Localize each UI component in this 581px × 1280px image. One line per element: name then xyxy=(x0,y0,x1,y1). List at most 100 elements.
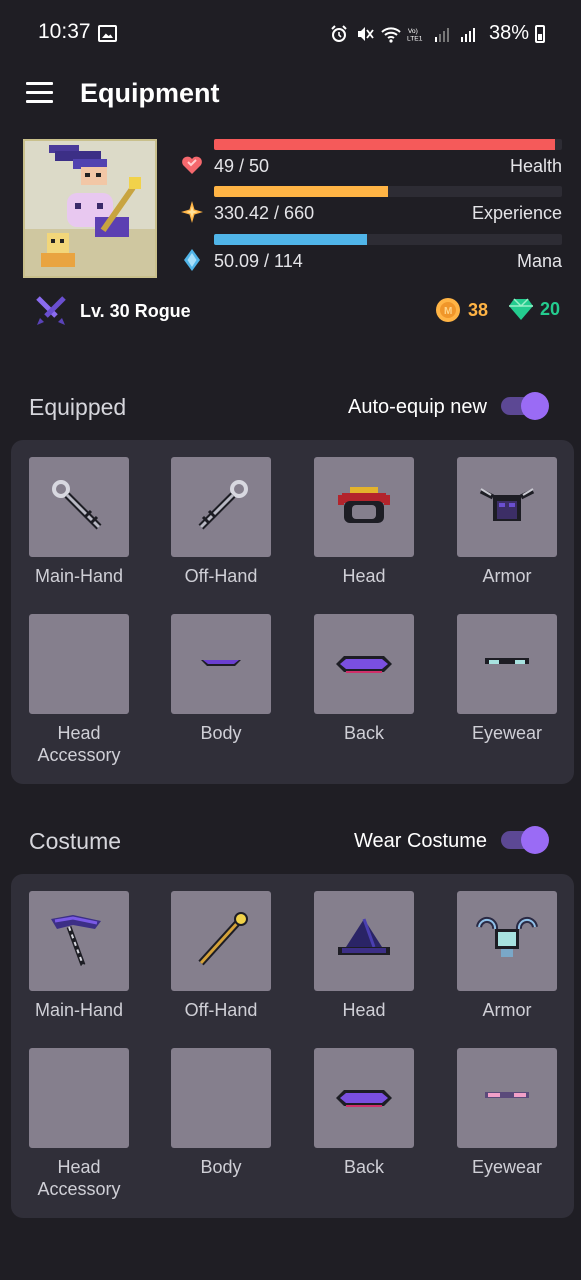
purple-cape-icon xyxy=(336,656,392,673)
gallery-notification-icon xyxy=(98,25,117,42)
costume-title: Costume xyxy=(29,828,122,854)
equipped-slot-off-hand[interactable]: Off-Hand xyxy=(161,457,281,587)
equipped-slot-eyewear[interactable]: Eyewear xyxy=(447,614,567,744)
costume-slot-armor[interactable]: Armor xyxy=(447,891,567,1021)
wear-costume-label: Wear Costume xyxy=(353,830,487,852)
experience-bar xyxy=(214,186,562,197)
slot-box[interactable] xyxy=(29,891,129,991)
wear-costume-toggle[interactable] xyxy=(501,826,549,854)
auto-equip-toggle[interactable] xyxy=(501,392,549,420)
equipped-slot-body[interactable]: Body xyxy=(161,614,281,744)
status-time: 10:37 xyxy=(38,20,91,43)
auto-equip-label: Auto-equip new xyxy=(348,396,487,418)
signal-icon xyxy=(434,27,449,42)
page-title: Equipment xyxy=(80,78,220,108)
eye-mask-icon xyxy=(485,658,529,664)
avatar[interactable] xyxy=(23,139,157,278)
slot-box[interactable] xyxy=(314,1048,414,1148)
slot-box[interactable] xyxy=(457,891,557,991)
slot-box[interactable] xyxy=(457,457,557,557)
costume-slot-head-accessory[interactable]: Head Accessory xyxy=(19,1048,139,1200)
mana-crystal-icon xyxy=(184,249,200,271)
gold-coin-icon: M xyxy=(436,298,460,322)
health-value: 49 / 50 xyxy=(214,156,270,176)
star-icon xyxy=(181,201,203,223)
gem-balance[interactable]: 20 xyxy=(508,297,560,321)
slot-label: Main-Hand xyxy=(34,566,124,586)
key-weapon-icon xyxy=(52,480,102,530)
gold-amount: 38 xyxy=(468,299,489,320)
slot-box[interactable] xyxy=(171,457,271,557)
costume-panel: Main-Hand Off-Hand Head Armor Head Acces… xyxy=(11,874,574,1218)
slot-label: Head xyxy=(342,566,386,586)
equipped-title: Equipped xyxy=(29,394,127,420)
experience-stat: 330.42 / 660 Experience xyxy=(180,186,564,236)
costume-slot-body[interactable]: Body xyxy=(161,1048,281,1178)
slot-box[interactable] xyxy=(171,891,271,991)
volte-icon: Vo)LTE1 xyxy=(407,28,423,43)
status-icons: Vo) LTE1 38% xyxy=(329,22,545,45)
svg-text:M: M xyxy=(444,306,452,317)
slot-box[interactable] xyxy=(314,891,414,991)
slot-label: Body xyxy=(200,1157,242,1177)
menu-icon[interactable] xyxy=(26,82,53,104)
equipped-slot-head[interactable]: Head xyxy=(304,457,424,587)
slot-label: Armor xyxy=(482,566,532,586)
slot-box[interactable] xyxy=(171,614,271,714)
slot-box[interactable] xyxy=(314,457,414,557)
purple-sash-icon xyxy=(201,660,241,666)
experience-label: Experience xyxy=(471,203,562,223)
slot-label: Armor xyxy=(482,1000,532,1020)
rogue-armor-icon xyxy=(479,488,535,521)
mana-label: Mana xyxy=(516,251,562,271)
slot-box[interactable] xyxy=(29,1048,129,1148)
slot-label: Main-Hand xyxy=(34,1000,124,1020)
pink-mask-icon xyxy=(485,1092,529,1098)
level-class-label: Lv. 30 Rogue xyxy=(80,300,191,321)
equipped-slot-armor[interactable]: Armor xyxy=(447,457,567,587)
equipped-slot-main-hand[interactable]: Main-Hand xyxy=(19,457,139,587)
mana-stat: 50.09 / 114 Mana xyxy=(180,234,564,284)
mute-icon xyxy=(357,26,374,41)
equipped-slot-back[interactable]: Back xyxy=(304,614,424,744)
slot-label: Head Accessory xyxy=(37,1157,121,1199)
slot-label: Eyewear xyxy=(471,723,543,743)
health-stat: 49 / 50 Health xyxy=(180,139,564,189)
battery-percent: 38% xyxy=(488,22,529,44)
purple-cape-icon xyxy=(336,1090,392,1107)
gold-balance[interactable]: M 38 xyxy=(435,297,488,323)
signal-2-icon xyxy=(460,27,475,42)
heart-icon xyxy=(182,156,202,174)
slot-box[interactable] xyxy=(457,614,557,714)
alarm-icon xyxy=(331,24,347,42)
wizard-hat-icon xyxy=(338,918,390,955)
status-bar: 10:37 Vo) LTE1 38% xyxy=(0,0,581,66)
costume-slot-eyewear[interactable]: Eyewear xyxy=(447,1048,567,1178)
equipped-slot-head-accessory[interactable]: Head Accessory xyxy=(19,614,139,766)
level-class-row: Lv. 30 Rogue xyxy=(34,294,191,328)
gem-icon xyxy=(509,298,533,320)
mana-value: 50.09 / 114 xyxy=(214,251,303,271)
slot-label: Off-Hand xyxy=(184,1000,258,1020)
experience-value: 330.42 / 660 xyxy=(214,203,315,223)
slot-label: Head xyxy=(342,1000,386,1020)
costume-slot-main-hand[interactable]: Main-Hand xyxy=(19,891,139,1021)
helmet-icon xyxy=(338,487,390,523)
costume-slot-off-hand[interactable]: Off-Hand xyxy=(161,891,281,1021)
purple-scythe-icon xyxy=(51,915,101,966)
slot-box[interactable] xyxy=(171,1048,271,1148)
slot-label: Head Accessory xyxy=(37,723,121,765)
slot-label: Eyewear xyxy=(471,1157,543,1177)
key-weapon-icon xyxy=(198,480,248,530)
avatar-sprite xyxy=(25,145,155,276)
costume-slot-head[interactable]: Head xyxy=(304,891,424,1021)
battery-icon xyxy=(535,24,545,43)
slot-box[interactable] xyxy=(29,614,129,714)
app-bar: Equipment xyxy=(0,66,581,124)
slot-box[interactable] xyxy=(457,1048,557,1148)
slot-label: Back xyxy=(343,1157,385,1177)
slot-box[interactable] xyxy=(314,614,414,714)
slot-box[interactable] xyxy=(29,457,129,557)
health-label: Health xyxy=(509,156,562,176)
costume-slot-back[interactable]: Back xyxy=(304,1048,424,1178)
